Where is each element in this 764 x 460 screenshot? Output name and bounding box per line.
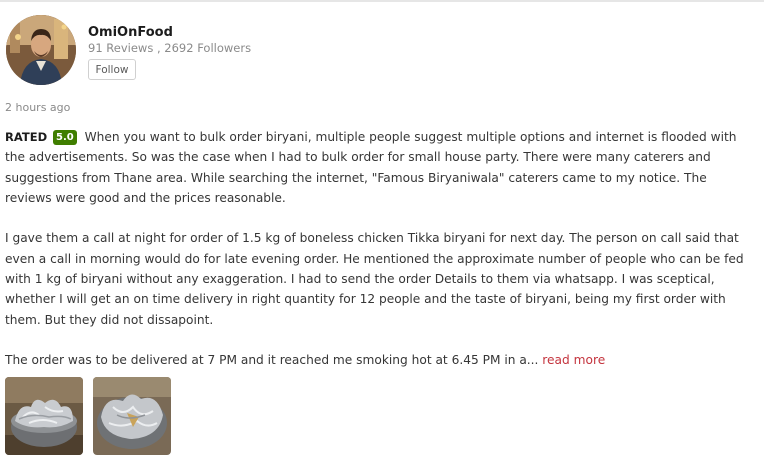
read-more-link[interactable]: read more: [542, 353, 605, 367]
review-text-2: I gave them a call at night for order of…: [5, 231, 744, 327]
follow-button[interactable]: Follow: [88, 59, 136, 80]
review-timestamp: 2 hours ago: [5, 101, 71, 114]
review-text-3: The order was to be delivered at 7 PM an…: [5, 353, 539, 368]
user-avatar[interactable]: [6, 15, 76, 85]
review-body: RATED 5.0 When you want to bulk order bi…: [5, 127, 757, 371]
user-stats: 91 Reviews , 2692 Followers: [88, 41, 252, 55]
review-photo-2[interactable]: [93, 377, 171, 455]
review-paragraph-2: I gave them a call at night for order of…: [5, 228, 757, 329]
rating-badge: 5.0: [52, 130, 77, 145]
review-paragraph-1: RATED 5.0 When you want to bulk order bi…: [5, 127, 757, 208]
review-text-1: When you want to bulk order biryani, mul…: [5, 130, 737, 205]
review-photo-1[interactable]: [5, 377, 83, 455]
top-divider: [0, 0, 764, 2]
user-name[interactable]: OmiOnFood: [88, 25, 173, 40]
review-paragraph-3: The order was to be delivered at 7 PM an…: [5, 350, 757, 370]
rated-label: RATED: [5, 130, 48, 144]
